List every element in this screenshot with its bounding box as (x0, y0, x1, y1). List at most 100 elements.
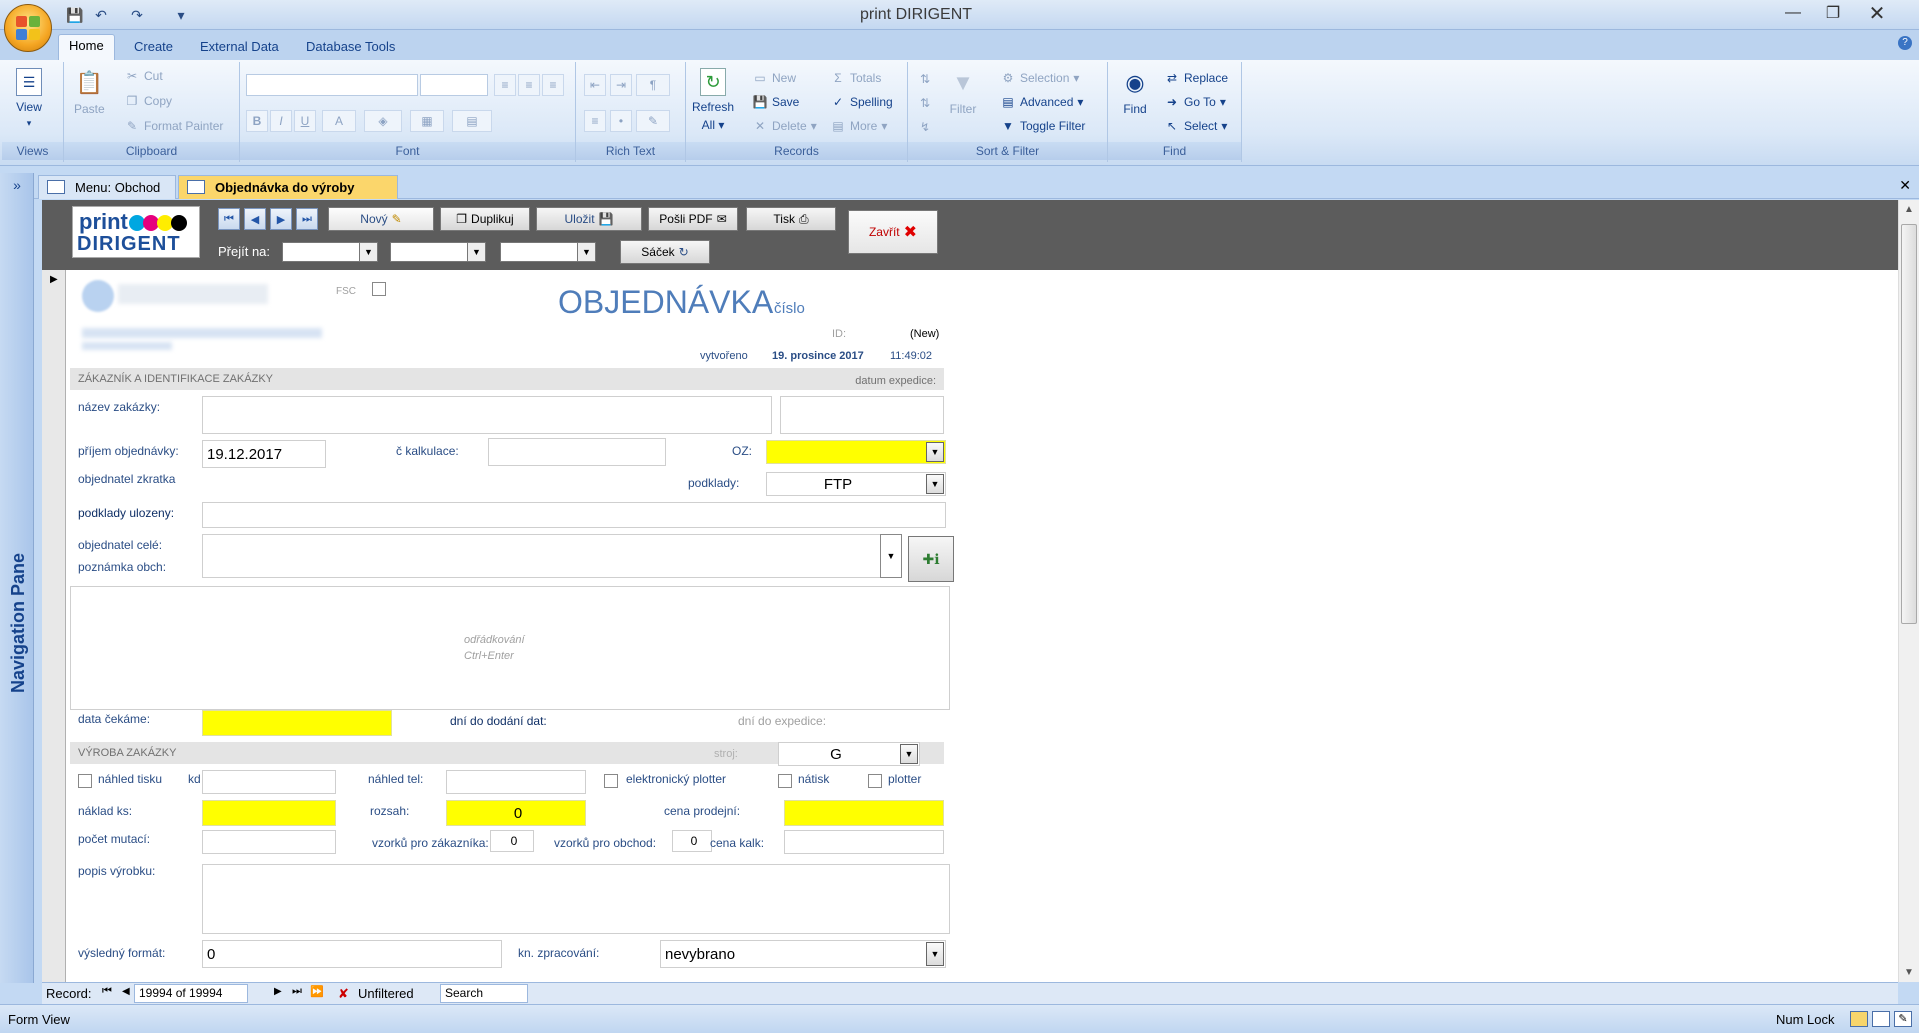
stroj-combo[interactable]: G ▼ (778, 742, 920, 766)
dropdown-arrow-icon[interactable]: ▼ (577, 243, 595, 261)
unfiltered-button[interactable]: Unfiltered (358, 986, 414, 1001)
indent-decrease-icon[interactable]: ⇤ (584, 74, 606, 96)
indent-increase-icon[interactable]: ⇥ (610, 74, 632, 96)
replace-button[interactable]: ⇄ Replace (1164, 70, 1228, 86)
tab-objednavka[interactable]: Objednávka do výroby (178, 175, 398, 199)
undo-icon[interactable]: ↶ (92, 6, 110, 24)
oz-combo[interactable]: ▼ (766, 440, 946, 464)
scroll-up-icon[interactable]: ▲ (1904, 204, 1914, 215)
nahled-tel-field[interactable] (446, 770, 586, 794)
add-customer-button[interactable]: ✚ℹ (908, 536, 954, 582)
selection-button[interactable]: ⚙ Selection ▾ (1000, 70, 1080, 86)
font-size-select[interactable] (420, 74, 488, 96)
natisk-checkbox[interactable] (778, 774, 792, 788)
dropdown-arrow-icon[interactable]: ▼ (467, 243, 485, 261)
advanced-button[interactable]: ▤ Advanced ▾ (1000, 94, 1083, 110)
first-record-icon[interactable]: ⏮ (218, 208, 240, 230)
rozsah-field[interactable]: 0 (446, 800, 586, 826)
bullet-list-icon[interactable]: • (610, 110, 632, 132)
filter-button[interactable]: ▼ Filter (948, 68, 978, 116)
goto-button[interactable]: ➜ Go To ▾ (1164, 94, 1226, 110)
fill-color-icon[interactable]: ◈ (364, 110, 402, 132)
help-icon[interactable]: ? (1898, 36, 1912, 50)
vzorku-obchod-field[interactable]: 0 (672, 830, 712, 852)
scroll-down-icon[interactable]: ▼ (1904, 967, 1914, 978)
save-icon[interactable]: 💾 (66, 6, 84, 24)
tab-database-tools[interactable]: Database Tools (296, 36, 405, 57)
view-button[interactable]: ☰ View ▾ (16, 68, 42, 129)
font-name-select[interactable] (246, 74, 418, 96)
popis-vyrobku-field[interactable] (202, 864, 950, 934)
navigation-pane[interactable]: » Navigation Pane (0, 173, 34, 983)
c-kalkulace-field[interactable] (488, 438, 666, 466)
vzorku-zakaznika-field[interactable]: 0 (490, 830, 534, 852)
podklady-combo[interactable]: FTP ▼ (766, 472, 946, 496)
align-left-icon[interactable]: ≡ (494, 74, 516, 96)
totals-button[interactable]: Σ Totals (830, 70, 881, 86)
paragraph-icon[interactable]: ¶ (636, 74, 670, 96)
objednatel-dropdown-icon[interactable]: ▼ (880, 534, 902, 578)
font-color-button[interactable]: A (322, 110, 356, 132)
close-document-icon[interactable]: ✕ (1899, 177, 1911, 194)
scroll-thumb[interactable] (1901, 224, 1917, 624)
underline-button[interactable]: U (294, 110, 316, 132)
kd-field[interactable] (202, 770, 336, 794)
duplikuj-button[interactable]: ❐ Duplikuj (440, 207, 530, 231)
kn-zpracovani-combo[interactable]: nevybrano ▼ (660, 940, 946, 968)
tisk-button[interactable]: Tisk ⎙ (746, 207, 836, 231)
prev-record-icon[interactable]: ◀ (122, 986, 130, 997)
refresh-all-button[interactable]: ↻ Refresh All ▾ (692, 68, 734, 132)
alternate-fill-icon[interactable]: ▤ (452, 110, 492, 132)
nahled-tisku-checkbox[interactable] (78, 774, 92, 788)
redo-icon[interactable]: ↷ (128, 6, 146, 24)
restore-button[interactable]: ❐ (1816, 2, 1850, 24)
vysledny-format-field[interactable]: 0 (202, 940, 502, 968)
pocet-mutaci-field[interactable] (202, 830, 336, 854)
tab-menu-obchod[interactable]: Menu: Obchod (38, 175, 176, 199)
copy-button[interactable]: ❐ Copy (124, 93, 172, 109)
ulozit-button[interactable]: Uložit 💾 (536, 207, 642, 231)
last-record-icon[interactable]: ⏭ (292, 985, 302, 998)
close-window-button[interactable]: ✕ (1860, 2, 1894, 25)
new-record-button[interactable]: ▭ New (752, 70, 796, 86)
sort-descending-icon[interactable]: ⇅ (914, 92, 936, 114)
next-record-icon[interactable]: ▶ (270, 208, 292, 230)
dropdown-arrow-icon[interactable]: ▼ (900, 744, 918, 764)
sacek-button[interactable]: Sáček ↻ (620, 240, 710, 264)
italic-button[interactable]: I (270, 110, 292, 132)
prijem-field[interactable]: 19.12.2017 (202, 440, 326, 468)
dropdown-arrow-icon[interactable]: ▼ (926, 474, 944, 494)
paste-button[interactable]: 📋 Paste (74, 68, 105, 116)
podklady-ulozeny-field[interactable] (202, 502, 946, 528)
cena-prodejni-field[interactable] (784, 800, 944, 826)
dropdown-arrow-icon[interactable]: ▼ (359, 243, 377, 261)
record-position-field[interactable]: 19994 of 19994 (134, 984, 248, 1003)
zavrit-button[interactable]: Zavřít ✖ (848, 210, 938, 254)
goto-combo-3[interactable]: ▼ (500, 242, 596, 262)
nazev-zakazky-field[interactable] (202, 396, 772, 434)
more-button[interactable]: ▤ More ▾ (830, 118, 887, 134)
form-view-icon[interactable] (1850, 1011, 1868, 1027)
align-center-icon[interactable]: ≡ (518, 74, 540, 96)
minimize-button[interactable]: — (1776, 2, 1810, 24)
toggle-filter-button[interactable]: ▼ Toggle Filter (1000, 118, 1085, 134)
posli-pdf-button[interactable]: Pošli PDF ✉ (648, 207, 738, 231)
data-cekame-field[interactable] (202, 710, 392, 736)
tab-create[interactable]: Create (124, 36, 183, 57)
dropdown-arrow-icon[interactable]: ▼ (926, 442, 944, 462)
goto-combo-2[interactable]: ▼ (390, 242, 486, 262)
poznamka-field[interactable] (70, 586, 950, 710)
format-painter-button[interactable]: ✎ Format Painter (124, 118, 223, 134)
first-record-icon[interactable]: ⏮ (102, 985, 112, 998)
save-record-button[interactable]: 💾 Save (752, 94, 800, 110)
office-button[interactable] (4, 4, 52, 52)
last-record-icon[interactable]: ⏭ (296, 208, 318, 230)
new-record-icon[interactable]: ⏩ (310, 985, 324, 998)
prev-record-icon[interactable]: ◀ (244, 208, 266, 230)
elektronicky-plotter-checkbox[interactable] (604, 774, 618, 788)
cut-button[interactable]: ✂ Cut (124, 68, 163, 84)
spelling-button[interactable]: ✓ Spelling (830, 94, 893, 110)
goto-combo-1[interactable]: ▼ (282, 242, 378, 262)
naklad-ks-field[interactable] (202, 800, 336, 826)
design-view-icon[interactable]: ✎ (1894, 1011, 1912, 1027)
